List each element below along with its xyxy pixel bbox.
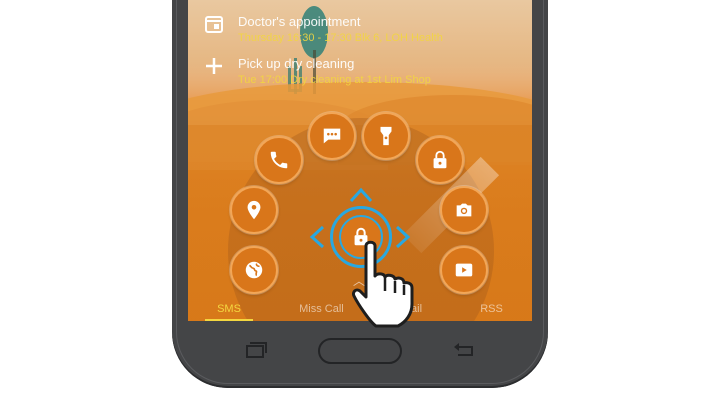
chevron-left-icon xyxy=(309,225,325,249)
notification-subtitle: Tue 17:00 Dry cleaning at 1st Lim Shop xyxy=(238,74,431,86)
phone-icon xyxy=(270,151,288,169)
home-button[interactable] xyxy=(318,338,402,364)
phone-shortcut[interactable] xyxy=(255,136,303,184)
calendar-icon xyxy=(204,14,224,34)
play-icon xyxy=(455,263,473,277)
tab-sms[interactable]: SMS xyxy=(205,303,253,321)
plus-icon xyxy=(204,56,224,76)
notification-item[interactable]: Pick up dry cleaning Tue 17:00 Dry clean… xyxy=(204,56,431,86)
location-pin-icon xyxy=(247,200,261,220)
unlock-shortcut[interactable] xyxy=(416,136,464,184)
notification-title: Doctor's appointment xyxy=(238,14,361,29)
recent-apps-icon[interactable] xyxy=(242,341,268,359)
notification-title: Pick up dry cleaning xyxy=(238,56,355,71)
message-shortcut[interactable] xyxy=(308,112,356,160)
browser-shortcut[interactable] xyxy=(230,246,278,294)
unlock-icon xyxy=(433,150,447,169)
flashlight-icon xyxy=(380,126,392,146)
camera-shortcut[interactable] xyxy=(440,186,488,234)
globe-icon xyxy=(245,261,263,279)
message-icon xyxy=(323,128,341,144)
chevron-up-icon xyxy=(349,187,373,203)
back-icon[interactable] xyxy=(452,341,478,359)
camera-icon xyxy=(456,203,472,217)
flashlight-shortcut[interactable] xyxy=(362,112,410,160)
location-shortcut[interactable] xyxy=(230,186,278,234)
notification-item[interactable]: Doctor's appointment Thursday 16:30 - 17… xyxy=(204,14,443,44)
video-shortcut[interactable] xyxy=(440,246,488,294)
notification-subtitle: Thursday 16:30 - 17:30 Blk 6, LOH Health xyxy=(238,32,443,44)
tab-rss[interactable]: RSS xyxy=(480,303,503,315)
pointing-hand-icon xyxy=(352,240,414,328)
tab-miss-call[interactable]: Miss Call xyxy=(299,303,344,315)
